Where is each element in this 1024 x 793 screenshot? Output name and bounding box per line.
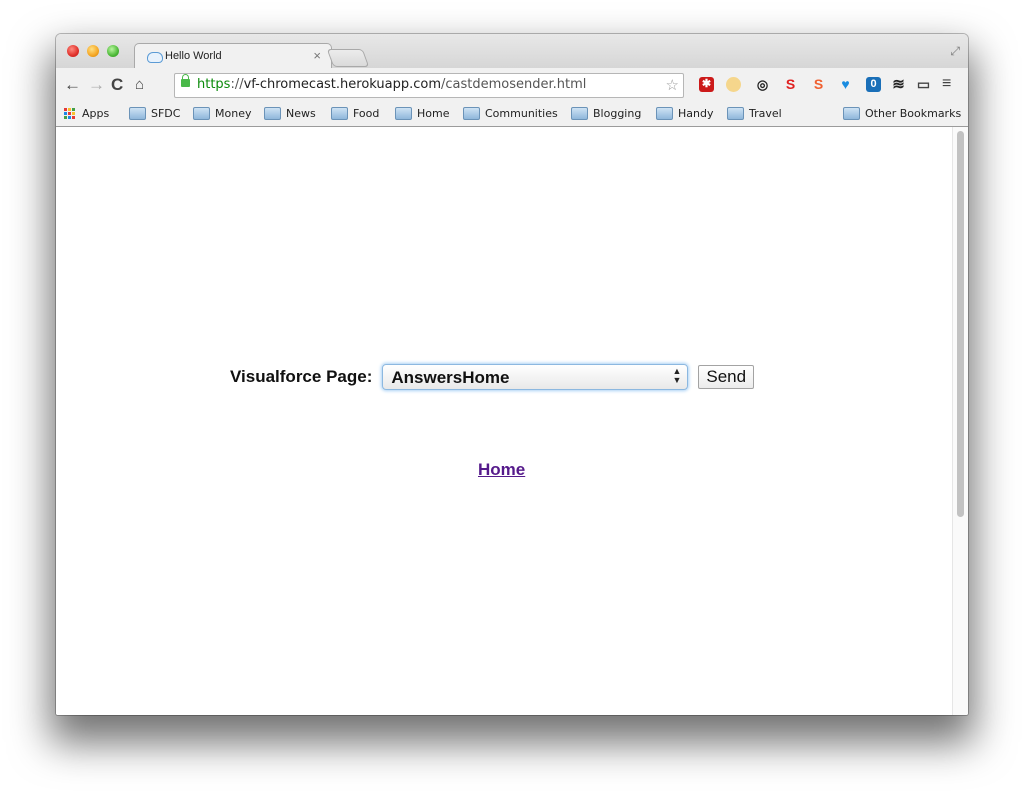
send-button[interactable]: Send	[698, 365, 755, 389]
bookmark-folder-handy[interactable]: Handy	[656, 107, 713, 120]
folder-icon	[264, 107, 281, 120]
folder-icon	[331, 107, 348, 120]
folder-icon	[843, 107, 860, 120]
new-tab-button[interactable]	[326, 49, 370, 67]
select-arrows-icon: ▲ ▼	[672, 366, 682, 385]
lock-icon	[181, 74, 190, 87]
folder-icon	[656, 107, 673, 120]
visualforce-page-select[interactable]: AnswersHome ▲ ▼	[382, 364, 689, 390]
forward-icon[interactable]: →	[88, 75, 105, 95]
tab-title: Hello World	[165, 50, 222, 62]
bookmark-label: Home	[417, 107, 450, 120]
url-path: /castdemosender.html	[441, 77, 587, 92]
folder-icon	[463, 107, 480, 120]
cast-icon[interactable]: ▭	[916, 77, 931, 92]
s-orange-extension-icon[interactable]: S	[811, 77, 826, 92]
bookmark-label: News	[286, 107, 316, 120]
bookmark-label: Communities	[485, 107, 558, 120]
url-host: vf-chromecast.herokuapp.com	[243, 77, 442, 92]
reload-icon[interactable]: C	[111, 75, 123, 95]
url-separator: ://	[230, 77, 244, 92]
browser-window: Hello World × ⤢ ← → C ⌂ https://vf-chrom…	[56, 34, 968, 715]
folder-icon	[395, 107, 412, 120]
bookmarks-bar: Apps SFDC Money News Food Home Communiti…	[56, 102, 968, 127]
window-close-button[interactable]	[67, 45, 79, 57]
bookmark-label: Blogging	[593, 107, 642, 120]
home-link[interactable]: Home	[478, 460, 525, 480]
heart-extension-icon[interactable]: ♥	[838, 77, 853, 92]
bookmark-folder-food[interactable]: Food	[331, 107, 379, 120]
menu-icon[interactable]: ≡	[942, 75, 951, 93]
home-icon[interactable]: ⌂	[135, 76, 144, 93]
bookmark-folder-communities[interactable]: Communities	[463, 107, 558, 120]
vertical-scrollbar[interactable]	[952, 127, 968, 715]
folder-icon	[193, 107, 210, 120]
visualforce-form: Visualforce Page: AnswersHome ▲ ▼ Send	[230, 364, 755, 390]
lastpass-icon[interactable]: ✱	[699, 77, 714, 92]
bookmark-apps[interactable]: Apps	[64, 107, 109, 120]
visualforce-page-label: Visualforce Page:	[230, 367, 373, 386]
address-bar[interactable]: https://vf-chromecast.herokuapp.com/cast…	[174, 73, 684, 98]
select-value: AnswersHome	[391, 368, 510, 387]
bookmark-label: Food	[353, 107, 380, 120]
url-text[interactable]: https://vf-chromecast.herokuapp.com/cast…	[197, 77, 586, 92]
scrollbar-thumb[interactable]	[957, 131, 964, 517]
bookmark-folder-blogging[interactable]: Blogging	[571, 107, 641, 120]
bookmark-folder-travel[interactable]: Travel	[727, 107, 782, 120]
bookmark-label: Other Bookmarks	[865, 107, 962, 120]
back-icon[interactable]: ←	[64, 75, 81, 95]
bookmark-label: Handy	[678, 107, 714, 120]
folder-icon	[571, 107, 588, 120]
smiley-extension-icon[interactable]	[726, 77, 741, 92]
title-bar: Hello World × ⤢	[56, 34, 968, 70]
bookmark-star-icon[interactable]: ☆	[666, 76, 679, 94]
sync-extension-icon[interactable]: ◎	[755, 77, 770, 92]
bookmark-folder-other[interactable]: Other Bookmarks	[843, 107, 961, 120]
bookmark-label: Apps	[82, 107, 110, 120]
buffer-extension-icon[interactable]: ≋	[891, 77, 906, 92]
url-scheme: https	[197, 77, 231, 92]
browser-toolbar: ← → C ⌂ https://vf-chromecast.herokuapp.…	[56, 68, 968, 102]
bookmark-folder-money[interactable]: Money	[193, 107, 251, 120]
tab-close-icon[interactable]: ×	[313, 48, 321, 63]
s-red-extension-icon[interactable]: S	[783, 77, 798, 92]
folder-icon	[129, 107, 146, 120]
bookmark-folder-home[interactable]: Home	[395, 107, 449, 120]
window-minimize-button[interactable]	[87, 45, 99, 57]
bookmark-label: Travel	[749, 107, 782, 120]
window-maximize-button[interactable]	[107, 45, 119, 57]
cloud-favicon-icon	[147, 52, 163, 63]
page-content: Visualforce Page: AnswersHome ▲ ▼ Send Ho…	[56, 127, 956, 715]
fullscreen-icon[interactable]: ⤢	[950, 44, 960, 59]
bookmark-folder-sfdc[interactable]: SFDC	[129, 107, 180, 120]
bookmark-folder-news[interactable]: News	[264, 107, 316, 120]
counter-extension-icon[interactable]: 0	[866, 77, 881, 92]
bookmark-label: SFDC	[151, 107, 181, 120]
tab-hello-world[interactable]: Hello World ×	[134, 43, 332, 70]
bookmark-label: Money	[215, 107, 252, 120]
folder-icon	[727, 107, 744, 120]
apps-grid-icon	[64, 107, 76, 120]
